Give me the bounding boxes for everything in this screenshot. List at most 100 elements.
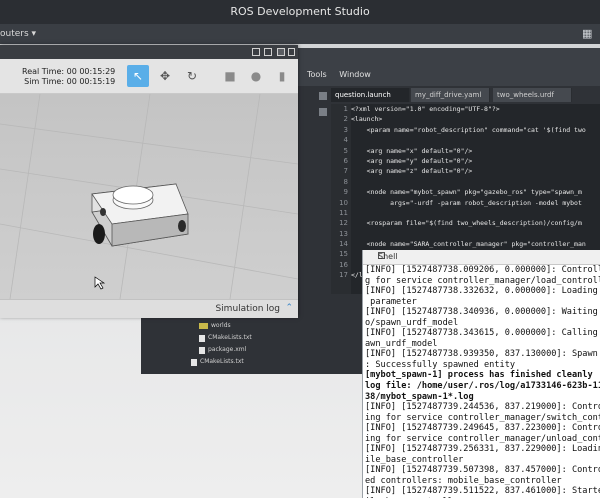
shell-line: [INFO] [1527487739.511522, 837.461000]: … [365, 486, 600, 497]
gazebo-3d-scene[interactable] [0, 94, 298, 299]
tree-item-label: package.xml [208, 346, 247, 353]
shell-line: [INFO] [1527487738.009206, 0.000000]: Co… [365, 265, 600, 275]
computers-menu[interactable]: outers ▾ [0, 29, 36, 39]
shell-line: g for service controller_manager/load_co… [365, 275, 600, 286]
line-number: 3 [343, 125, 348, 134]
box-shape-icon[interactable]: ■ [219, 65, 241, 87]
tree-item-label: CMakeLists.txt [200, 358, 244, 365]
rotate-icon[interactable]: ↻ [181, 65, 203, 87]
sim-time-value: 00 00:15:19 [66, 77, 116, 86]
shell-line: [INFO] [1527487738.343615, 0.000000]: Ca… [365, 328, 600, 339]
app-title: ROS Development Studio [230, 5, 370, 18]
line-number: 12 [339, 219, 348, 228]
editor-tabs: question.launch my_diff_drive.yaml two_whe… [331, 88, 600, 104]
shell-line: [INFO] [1527487739.256331, 837.229000]: … [365, 444, 600, 455]
shell-line: ile_base_controller [365, 454, 464, 465]
shell-line: ed controllers: mobile_base_controller [365, 475, 562, 486]
line-number: 17 [339, 271, 348, 280]
app-topbar: ROS Development Studio [0, 0, 600, 24]
line-number: 15 [339, 250, 348, 259]
shell-line: parameter [365, 296, 417, 307]
line-number: 14 [339, 240, 348, 249]
shell-line: : Successfully spawned entity [365, 359, 516, 370]
file-icon [191, 358, 197, 366]
file-tree: worlds CMakeLists.txt package.xml CMakeList… [191, 320, 252, 368]
chevron-up-icon[interactable]: ⌃ [285, 303, 293, 313]
close-icon[interactable] [288, 48, 295, 56]
code-line: <param name="robot_description" command=… [351, 125, 586, 134]
tree-file[interactable]: CMakeLists.txt [191, 356, 252, 368]
tree-item-label: CMakeLists.txt [208, 334, 252, 341]
gazebo-statusbar: Simulation log ⌃ [0, 299, 298, 318]
editor-tab[interactable]: question.launch [331, 88, 410, 102]
shell-line: awn_urdf_model [365, 338, 438, 349]
line-number: 13 [339, 229, 348, 238]
shell-line: ing for service controller_manager/switc… [365, 412, 600, 423]
shell-title: Shell [378, 252, 398, 261]
shell-line: [INFO] [1527487739.244536, 837.219000]: … [365, 402, 600, 413]
code-line: <arg name="y" default="0"/> [351, 156, 473, 165]
tree-file[interactable]: package.xml [199, 344, 252, 356]
shell-line: [INFO] [1527487739.249645, 837.223000]: … [365, 423, 600, 434]
menu-window[interactable]: Window [339, 70, 371, 79]
file-icon [199, 346, 205, 354]
shell-line: [INFO] [1527487738.340936, 0.000000]: Wa… [365, 307, 600, 318]
sim-time-label: Sim Time: [24, 77, 65, 86]
shell-line: log file: /home/user/.ros/log/a1733146-6… [365, 381, 600, 392]
code-line: <node name="SARA_controller_manager" pkg… [351, 240, 586, 249]
editor-tab[interactable]: two_wheels.urdf [493, 88, 572, 102]
menu-tools[interactable]: Tools [307, 70, 327, 79]
shell-line: [INFO] [1527487738.332632, 0.000000]: Lo… [365, 286, 600, 297]
time-display: Real Time: 00 00:15:29 Sim Time: 00 00:1… [22, 67, 115, 87]
settings-icon[interactable] [319, 92, 327, 100]
shell-line: [INFO] [1527487738.939350, 837.130000]: … [365, 349, 600, 360]
ide-menus: Tools Window [307, 70, 381, 79]
line-number-gutter: 1 2 3 4 5 6 7 8 9 10 11 12 13 14 15 16 17 [331, 104, 351, 294]
real-time-value: 00 00:15:29 [66, 67, 116, 76]
apps-grid-icon[interactable]: ▦ [582, 27, 596, 41]
cylinder-shape-icon[interactable]: ▮ [271, 65, 293, 87]
gazebo-titlebar [0, 45, 298, 59]
line-number: 1 [343, 105, 348, 113]
tree-folder[interactable]: worlds [199, 320, 252, 332]
line-number: 7 [343, 167, 348, 176]
code-line: <rosparam file="$(find two_wheels_descri… [351, 219, 582, 228]
maximize-window-icon[interactable] [264, 48, 272, 56]
robot-scene-svg [0, 94, 298, 299]
shell-line: [mybot_spawn-1] process has finished cle… [365, 370, 593, 381]
code-line: <arg name="x" default="0"/> [351, 146, 473, 155]
robot-model [91, 183, 189, 247]
line-number: 16 [339, 260, 348, 269]
code-line: <launch> [351, 115, 383, 124]
editor-tab[interactable]: my_diff_drive.yaml [411, 88, 490, 102]
gazebo-window: Real Time: 00 00:15:29 Sim Time: 00 00:1… [0, 45, 298, 318]
select-arrow-icon[interactable]: ↖ [127, 65, 149, 87]
translate-icon[interactable]: ✥ [154, 65, 176, 87]
tree-item-label: worlds [211, 322, 231, 329]
line-number: 10 [339, 198, 348, 207]
gazebo-toolbar: Real Time: 00 00:15:29 Sim Time: 00 00:1… [0, 59, 298, 94]
shell-output[interactable]: [INFO] [1527487738.009206, 0.000000]: Co… [363, 265, 600, 498]
ide-side-icons [317, 88, 329, 268]
restore-window-icon[interactable] [252, 48, 260, 56]
shell-window: Shell [INFO] [1527487738.009206, 0.00000… [362, 250, 600, 498]
simulation-log-label[interactable]: Simulation log [215, 304, 280, 314]
line-number: 11 [339, 208, 348, 217]
shell-line: [INFO] [1527487739.507398, 837.457000]: … [365, 465, 600, 476]
sphere-shape-icon[interactable]: ● [245, 65, 267, 87]
line-number: 8 [343, 177, 348, 186]
files-icon[interactable] [319, 108, 327, 116]
code-line: <arg name="z" default="0"/> [351, 167, 473, 176]
line-number: 4 [343, 136, 348, 145]
shell-line: o/spawn_urdf_model [365, 317, 459, 328]
line-number: 6 [343, 156, 348, 165]
tree-file[interactable]: CMakeLists.txt [199, 332, 252, 344]
shell-line: ing for service controller_manager/unloa… [365, 433, 600, 444]
line-number: 9 [343, 188, 348, 197]
close-window-icon[interactable] [277, 48, 285, 56]
code-line: args="-urdf -param robot_description -mo… [351, 198, 582, 207]
shell-titlebar: Shell [363, 250, 600, 265]
